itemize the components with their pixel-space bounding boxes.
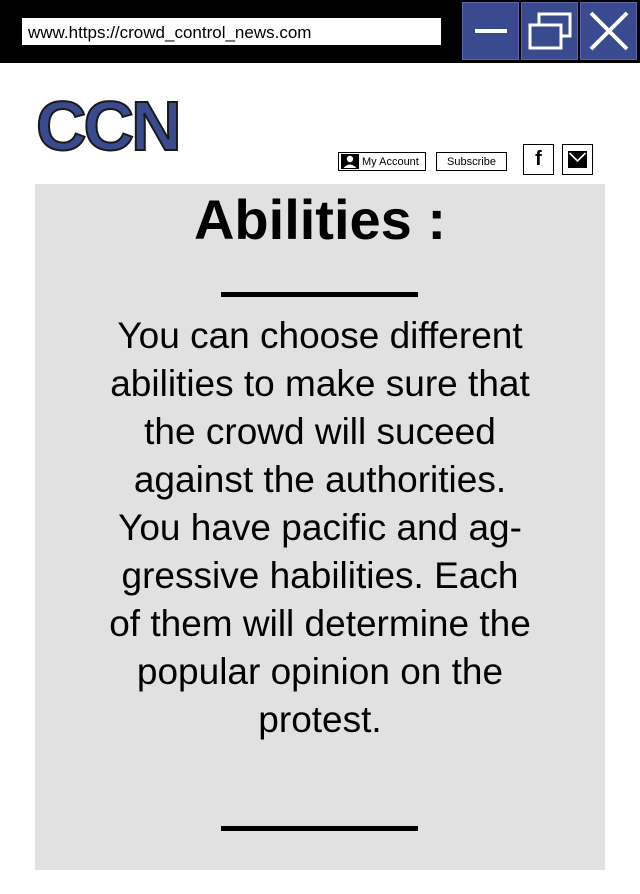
article-line: abilities to make sure that xyxy=(110,363,530,404)
mail-icon xyxy=(568,151,587,168)
close-button[interactable] xyxy=(580,2,637,60)
article-line: against the authorities. xyxy=(133,459,507,500)
close-icon xyxy=(589,11,628,51)
subscribe-button[interactable]: Subscribe xyxy=(436,152,507,171)
browser-titlebar: www.https://crowd_control_news.com xyxy=(0,0,640,63)
article-line: of them will determine the xyxy=(109,603,531,644)
article-line: You can choose different xyxy=(117,315,523,356)
address-bar[interactable]: www.https://crowd_control_news.com xyxy=(21,17,442,46)
article-line: You have pacific and ag- xyxy=(118,507,522,548)
article-body: You can choose different abilities to ma… xyxy=(79,312,561,744)
article-line: protest. xyxy=(258,699,382,740)
article-line: gressive habilities. Each xyxy=(121,555,519,596)
mail-button[interactable] xyxy=(562,144,593,175)
minimize-button[interactable] xyxy=(462,2,519,60)
minimize-icon xyxy=(474,29,507,33)
site-logo[interactable]: CCN xyxy=(35,87,183,165)
article-title: Abilities : xyxy=(193,188,447,251)
my-account-label: My Account xyxy=(362,155,419,168)
footer-divider xyxy=(221,826,418,831)
subscribe-label: Subscribe xyxy=(447,155,496,168)
article-line: the crowd will suceed xyxy=(144,411,496,452)
my-account-button[interactable]: My Account xyxy=(338,152,426,171)
facebook-icon: f xyxy=(535,148,542,170)
user-icon xyxy=(341,154,359,169)
maximize-button[interactable] xyxy=(521,2,578,60)
restore-icon xyxy=(528,12,571,50)
article-line: popular opinion on the xyxy=(136,651,504,692)
facebook-button[interactable]: f xyxy=(523,144,554,175)
title-divider xyxy=(221,292,418,297)
